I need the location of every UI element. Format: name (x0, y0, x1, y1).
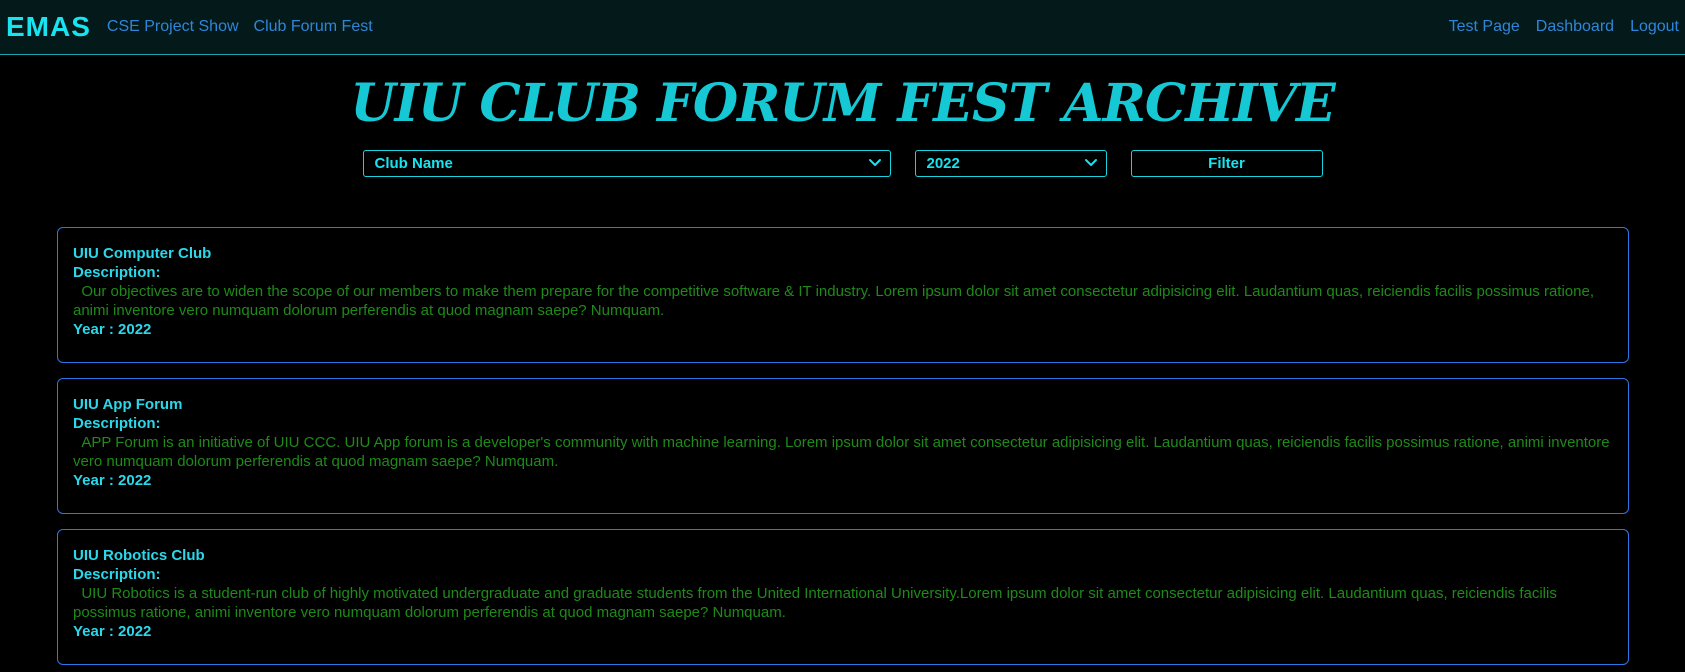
club-name: UIU App Forum (73, 396, 183, 413)
club-name-select-value: Club Name (374, 154, 453, 172)
filter-button[interactable]: Filter (1130, 149, 1323, 177)
navbar: EMAS CSE Project Show Club Forum Fest Te… (0, 0, 1685, 55)
club-year: Year : 2022 (73, 623, 152, 640)
nav-link-dashboard[interactable]: Dashboard (1536, 18, 1614, 36)
chevron-down-icon (868, 159, 881, 166)
description-label: Description: (73, 566, 161, 583)
filter-bar: Club Name 2022 Filter (0, 149, 1685, 177)
club-name: UIU Robotics Club (73, 547, 205, 564)
club-card: UIU Robotics Club Description: UIU Robot… (57, 529, 1629, 665)
description-label: Description: (73, 415, 161, 432)
chevron-down-icon (1084, 159, 1097, 166)
club-card-list: UIU Computer Club Description: Our objec… (0, 177, 1685, 665)
nav-link-club-forum-fest[interactable]: Club Forum Fest (254, 18, 373, 36)
year-select[interactable]: 2022 (914, 149, 1107, 177)
club-description: UIU Robotics is a student-run club of hi… (73, 585, 1562, 621)
club-name: UIU Computer Club (73, 245, 212, 262)
nav-link-cse-project-show[interactable]: CSE Project Show (107, 18, 239, 36)
brand-logo[interactable]: EMAS (6, 11, 91, 43)
nav-right: Test Page Dashboard Logout (1433, 18, 1679, 36)
club-card: UIU Computer Club Description: Our objec… (57, 227, 1629, 363)
page-title: UIU CLUB FORUM FEST ARCHIVE (350, 73, 1335, 134)
year-select-value: 2022 (926, 154, 960, 172)
nav-link-test-page[interactable]: Test Page (1449, 18, 1520, 36)
club-description: Our objectives are to widen the scope of… (73, 283, 1599, 319)
description-label: Description: (73, 264, 161, 281)
club-year: Year : 2022 (73, 321, 152, 338)
club-card: UIU App Forum Description: APP Forum is … (57, 378, 1629, 514)
club-description: APP Forum is an initiative of UIU CCC. U… (73, 434, 1614, 470)
club-year: Year : 2022 (73, 472, 152, 489)
nav-link-logout[interactable]: Logout (1630, 18, 1679, 36)
nav-left: EMAS CSE Project Show Club Forum Fest (6, 11, 388, 43)
club-name-select[interactable]: Club Name (362, 149, 891, 177)
